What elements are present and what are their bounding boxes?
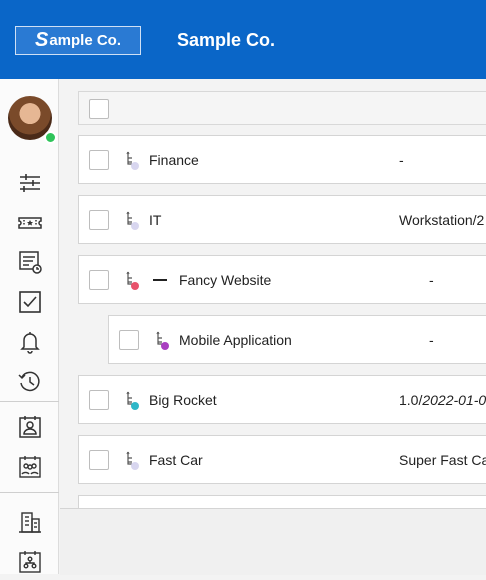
row-checkbox[interactable] <box>89 390 109 410</box>
table-row[interactable]: Finance - <box>78 135 486 184</box>
sliders-icon[interactable] <box>17 170 43 196</box>
company-logo[interactable]: S ample Co. <box>15 26 141 55</box>
org-chart-icon[interactable] <box>17 549 43 575</box>
project-name: Finance <box>149 152 199 168</box>
row-checkbox[interactable] <box>89 450 109 470</box>
table-row[interactable]: Mobile Application - <box>108 315 486 364</box>
company-title: Sample Co. <box>177 30 276 50</box>
project-hierarchy-icon <box>123 450 143 472</box>
project-name: IT <box>149 212 162 228</box>
project-version: Super Fast Ca <box>399 452 486 468</box>
collapse-toggle[interactable] <box>153 279 167 281</box>
table-row[interactable]: IT Workstation/2 <box>78 195 486 244</box>
project-name: Fast Car <box>149 452 203 468</box>
online-status-dot <box>44 131 57 144</box>
project-hierarchy-icon <box>123 270 143 292</box>
footer-bar <box>60 508 486 575</box>
row-checkbox[interactable] <box>89 270 109 290</box>
sidebar-divider <box>0 492 59 493</box>
project-list: Finance - IT Workstation/2 Fancy Website… <box>60 79 486 575</box>
table-row[interactable]: Big Rocket 1.0/2022-01-0 <box>78 375 486 424</box>
project-name: Fancy Website <box>179 272 272 288</box>
table-row[interactable]: Fancy Website - <box>78 255 486 304</box>
project-version: Workstation/2 <box>399 212 485 228</box>
project-hierarchy-icon <box>123 390 143 412</box>
project-version: 1.0/2022-01-0 <box>399 392 486 408</box>
table-row[interactable] <box>78 495 486 509</box>
building-icon[interactable] <box>17 509 43 535</box>
project-name: Mobile Application <box>179 332 292 348</box>
project-version: - <box>399 152 404 168</box>
table-header-row <box>78 91 486 125</box>
ticket-icon[interactable] <box>17 210 43 236</box>
checkbox-icon[interactable] <box>17 289 43 315</box>
sidebar-divider <box>0 401 59 402</box>
logo-text: ample Co. <box>49 32 122 49</box>
top-bar: S ample Co. Sample Co. <box>0 0 486 79</box>
row-checkbox[interactable] <box>119 330 139 350</box>
version-date: 2022-01-0 <box>422 392 486 408</box>
project-name: Big Rocket <box>149 392 217 408</box>
contact-card-icon[interactable] <box>17 414 43 440</box>
table-row[interactable]: Fast Car Super Fast Ca <box>78 435 486 484</box>
row-checkbox[interactable] <box>89 210 109 230</box>
version-number: 1.0/ <box>399 392 423 408</box>
project-hierarchy-icon <box>153 330 173 352</box>
team-calendar-icon[interactable] <box>17 454 43 480</box>
clock-history-icon[interactable] <box>17 369 43 395</box>
project-version: - <box>429 272 434 288</box>
bell-icon[interactable] <box>17 329 43 355</box>
project-hierarchy-icon <box>123 150 143 172</box>
project-hierarchy-icon <box>123 210 143 232</box>
sidebar <box>0 79 59 574</box>
logo-initial: S <box>34 29 49 51</box>
document-clock-icon[interactable] <box>17 249 43 275</box>
project-version: - <box>429 332 434 348</box>
select-all-checkbox[interactable] <box>89 99 109 119</box>
row-checkbox[interactable] <box>89 150 109 170</box>
